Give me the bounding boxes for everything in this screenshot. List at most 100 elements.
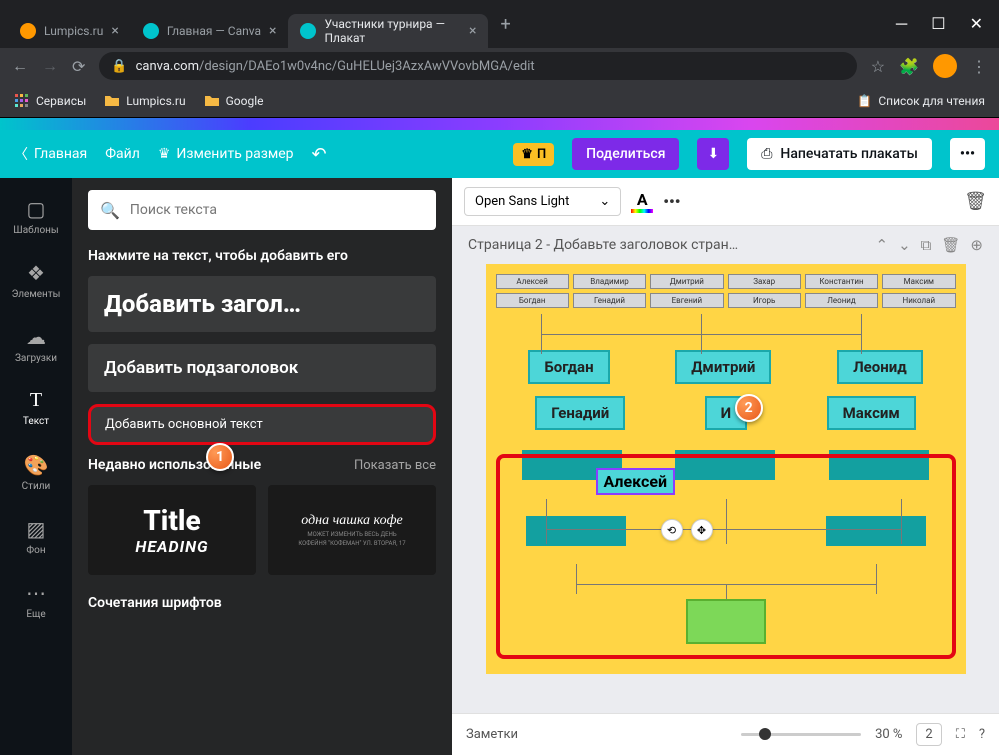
fullscreen-icon[interactable]: ⛶ <box>956 727 965 742</box>
bracket-cell[interactable]: Максим <box>827 396 916 430</box>
bracket-winner-cell[interactable] <box>686 599 766 644</box>
sidebar-item-label: Загрузки <box>15 353 57 364</box>
menu-icon[interactable]: ⋮ <box>971 57 987 76</box>
bracket-cell[interactable]: Генадий <box>535 396 625 430</box>
sidebar-item-styles[interactable]: 🎨Стили <box>0 440 72 504</box>
bookmark-google[interactable]: Google <box>204 93 264 109</box>
close-window-icon[interactable]: ✕ <box>970 14 983 34</box>
page-up-icon[interactable]: ⌃ <box>876 236 889 254</box>
extension-icon[interactable]: 🧩 <box>899 57 919 76</box>
palette-icon: 🎨 <box>24 453 49 477</box>
sidebar-item-templates[interactable]: ▢Шаблоны <box>0 184 72 248</box>
sidebar-item-uploads[interactable]: ☁Загрузки <box>0 312 72 376</box>
page-title[interactable]: Страница 2 - Добавьте заголовок стран… <box>468 237 738 253</box>
bracket-cell[interactable]: Максим <box>882 274 955 289</box>
zoom-slider[interactable] <box>741 733 861 736</box>
search-input[interactable] <box>130 202 424 218</box>
design-canvas[interactable]: Алексей Владимир Дмитрий Захар Константи… <box>486 264 966 674</box>
browser-addressbar: ← → ⟳ 🔒 canva.com/design/DAEo1w0v4nc/GuH… <box>0 48 999 84</box>
text-template-thumb[interactable]: одна чашка кофе МОЖЕТ ИЗМЕНИТЬ ВЕСЬ ДЕНЬ… <box>268 485 436 575</box>
search-input-wrap[interactable]: 🔍 <box>88 190 436 230</box>
sidebar-item-background[interactable]: ▨Фон <box>0 504 72 568</box>
close-icon[interactable]: × <box>269 23 276 39</box>
bracket-cell[interactable]: Евгений <box>650 293 723 308</box>
duplicate-page-icon[interactable]: ⧉ <box>921 236 932 254</box>
thumb-text: одна чашка кофе <box>301 513 402 529</box>
help-icon[interactable]: ? <box>979 727 985 742</box>
text-color-letter: A <box>637 190 648 209</box>
tab-title: Lumpics.ru <box>44 24 103 38</box>
bracket-cell[interactable]: Константин <box>805 274 878 289</box>
bracket-round-2: Богдан Дмитрий Леонид <box>496 350 956 384</box>
move-handle-icon[interactable]: ✥ <box>691 519 713 541</box>
bracket-cell[interactable]: Владимир <box>573 274 646 289</box>
notes-button[interactable]: Заметки <box>466 727 518 742</box>
bracket-cell[interactable]: Генадий <box>573 293 646 308</box>
profile-avatar[interactable] <box>933 54 957 78</box>
rotate-handle-icon[interactable]: ⟲ <box>661 519 683 541</box>
bracket-cell[interactable]: Дмитрий <box>675 350 771 384</box>
browser-tab[interactable]: Lumpics.ru × <box>8 14 131 48</box>
share-button[interactable]: Поделиться <box>572 138 679 170</box>
bracket-cell[interactable]: Богдан <box>496 293 569 308</box>
browser-tab[interactable]: Главная — Canva × <box>131 14 289 48</box>
minimize-icon[interactable]: ─ <box>896 14 907 34</box>
home-button[interactable]: 〈Главная <box>14 144 87 164</box>
bracket-cell[interactable]: Богдан <box>528 350 609 384</box>
add-heading-button[interactable]: Добавить загол… <box>88 276 436 332</box>
delete-icon[interactable]: 🗑 <box>964 191 987 212</box>
bracket-cell[interactable]: Леонид <box>805 293 878 308</box>
bracket-cell[interactable]: Николай <box>882 293 955 308</box>
browser-tab-active[interactable]: Участники турнира — Плакат × <box>288 14 488 48</box>
add-subheading-button[interactable]: Добавить подзаголовок <box>88 344 436 392</box>
bracket-cell[interactable]: Дмитрий <box>650 274 723 289</box>
font-select[interactable]: Open Sans Light ⌄ <box>464 187 621 216</box>
bookmark-services[interactable]: Сервисы <box>14 93 86 109</box>
bracket-cell[interactable]: Захар <box>728 274 801 289</box>
reading-list-button[interactable]: 📋Список для чтения <box>857 94 985 108</box>
zoom-value[interactable]: 30 % <box>875 727 902 742</box>
bracket-cell[interactable]: И 2 <box>705 396 748 430</box>
close-icon[interactable]: × <box>111 23 118 39</box>
page-count-button[interactable]: 2 <box>916 723 941 746</box>
recent-title: Недавно использованные <box>88 457 261 473</box>
forward-icon[interactable]: → <box>42 56 58 76</box>
delete-page-icon[interactable]: 🗑 <box>941 236 960 254</box>
page-down-icon[interactable]: ⌄ <box>898 236 911 254</box>
text-template-thumb[interactable]: Title HEADING <box>88 485 256 575</box>
premium-button[interactable]: ♛П <box>513 143 554 166</box>
add-body-text-button[interactable]: Добавить основной текст <box>88 404 436 445</box>
file-menu[interactable]: Файл <box>105 146 140 162</box>
bookmark-lumpics[interactable]: Lumpics.ru <box>104 93 185 109</box>
bracket-cell[interactable]: Алексей <box>496 274 569 289</box>
new-tab-button[interactable]: + <box>488 14 522 35</box>
maximize-icon[interactable]: ☐ <box>931 14 945 34</box>
bracket-cell[interactable]: Игорь <box>728 293 801 308</box>
button-label: Добавить основной текст <box>105 417 263 432</box>
resize-button[interactable]: ♛Изменить размер <box>158 146 294 162</box>
undo-icon[interactable]: ↶ <box>312 144 327 165</box>
more-options-icon[interactable]: ••• <box>663 192 680 211</box>
back-icon[interactable]: ← <box>12 56 28 76</box>
print-button[interactable]: ⎙Напечатать плакаты <box>747 138 932 170</box>
sidebar-item-more[interactable]: ⋯Еще <box>0 568 72 632</box>
star-icon[interactable]: ☆ <box>871 57 885 76</box>
sidebar-item-elements[interactable]: ❖Элементы <box>0 248 72 312</box>
bookmark-label: Lumpics.ru <box>126 94 185 108</box>
sidebar-item-text[interactable]: TТекст <box>0 376 72 440</box>
sidebar-item-label: Шаблоны <box>13 225 58 236</box>
zoom-thumb[interactable] <box>759 728 771 740</box>
more-button[interactable]: ••• <box>950 138 985 170</box>
text-color-button[interactable]: A <box>631 190 653 213</box>
url-input[interactable]: 🔒 canva.com/design/DAEo1w0v4nc/GuHELUej3… <box>99 52 856 80</box>
print-icon: ⎙ <box>761 146 772 162</box>
selected-text-element[interactable]: Алексей <box>596 468 676 495</box>
bookmark-label: Сервисы <box>36 94 86 108</box>
reload-icon[interactable]: ⟳ <box>72 57 85 76</box>
bracket-cell[interactable]: Леонид <box>837 350 923 384</box>
add-page-icon[interactable]: ⊕ <box>970 236 983 254</box>
download-button[interactable]: ⬇ <box>697 138 729 170</box>
show-all-link[interactable]: Показать все <box>354 458 436 473</box>
close-icon[interactable]: × <box>469 23 476 39</box>
crown-icon: ♛ <box>521 147 533 162</box>
